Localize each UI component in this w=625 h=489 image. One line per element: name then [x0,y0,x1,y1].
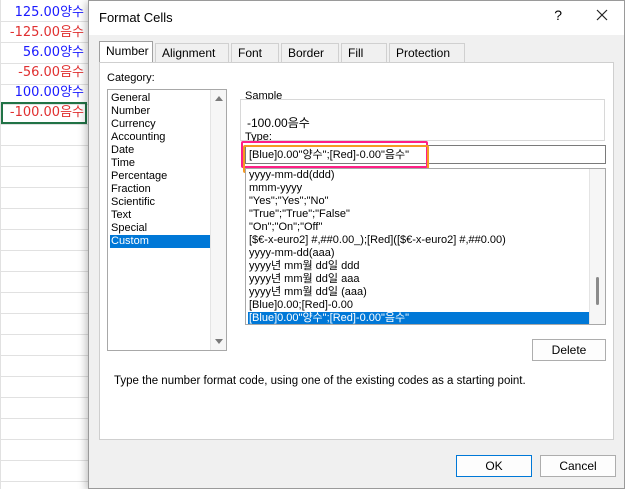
row-divider [0,166,100,167]
category-scrollbar[interactable] [210,90,226,350]
sample-value: -100.00음수 [247,116,310,130]
category-item[interactable]: General [110,92,210,105]
scroll-down-icon[interactable] [215,339,223,344]
help-button[interactable]: ? [554,7,562,23]
format-item-selected[interactable]: [Blue]0.00"양수";[Red]-0.00"음수" [248,312,589,324]
column-divider [0,0,1,489]
cell-value[interactable]: -125.00음수 [2,23,86,43]
cell-value[interactable]: 125.00양수 [2,3,86,23]
category-item[interactable]: Accounting [110,131,210,144]
format-item[interactable]: [$€-x-euro2] #,##0.00_);[Red]([$€-x-euro… [248,234,589,247]
category-item[interactable]: Percentage [110,170,210,183]
category-list[interactable]: General Number Currency Accounting Date … [107,89,227,351]
format-item[interactable]: mmm-yyyy [248,182,589,195]
tab-fill[interactable]: Fill [341,43,387,63]
format-cells-dialog: Format Cells ? Number Alignment Font Bor… [88,0,625,489]
row-divider [0,397,100,398]
format-list[interactable]: yyyy-mm-dd(ddd) mmm-yyyy "Yes";"Yes";"No… [245,168,606,325]
row-divider [0,439,100,440]
delete-button[interactable]: Delete [532,339,606,361]
row-divider [0,355,100,356]
row-divider [0,271,100,272]
format-item[interactable]: yyyy년 mm월 dd일 ddd [248,260,589,273]
spreadsheet-background: 125.00양수 -125.00음수 56.00양수 -56.00음수 100.… [0,0,100,489]
category-item[interactable]: Fraction [110,183,210,196]
title-bar: Format Cells ? [89,1,624,35]
format-list-scrollbar[interactable] [589,169,605,324]
tab-border[interactable]: Border [281,43,339,63]
tab-number[interactable]: Number [99,41,153,63]
category-item[interactable]: Currency [110,118,210,131]
row-divider [0,250,100,251]
dialog-title: Format Cells [99,10,173,25]
format-item[interactable]: yyyy-mm-dd(aaa) [248,247,589,260]
category-item[interactable]: Number [110,105,210,118]
format-item[interactable]: yyyy년 mm월 dd일 (aaa) [248,286,589,299]
row-divider [0,481,100,482]
category-label: Category: [107,72,155,84]
row-divider [0,418,100,419]
category-item[interactable]: Special [110,222,210,235]
ok-button[interactable]: OK [456,455,532,477]
row-divider [0,313,100,314]
tab-alignment[interactable]: Alignment [155,43,229,63]
tab-font[interactable]: Font [231,43,279,63]
category-item[interactable]: Scientific [110,196,210,209]
scroll-thumb[interactable] [596,277,599,305]
category-item[interactable]: Date [110,144,210,157]
cell-value[interactable]: 56.00양수 [2,43,86,63]
row-divider [0,376,100,377]
row-divider [0,334,100,335]
category-item[interactable]: Time [110,157,210,170]
format-item[interactable]: "Yes";"Yes";"No" [248,195,589,208]
row-divider [0,229,100,230]
row-divider [0,460,100,461]
sample-box: -100.00음수 [240,99,605,141]
row-divider [0,208,100,209]
row-divider [0,187,100,188]
category-item-selected[interactable]: Custom [110,235,210,248]
category-item[interactable]: Text [110,209,210,222]
number-tab-panel: Category: General Number Currency Accoun… [99,62,614,440]
row-divider [0,124,100,125]
format-item[interactable]: [Blue]0.00;[Red]-0.00 [248,299,589,312]
format-item[interactable]: yyyy년 mm월 dd일 aaa [248,273,589,286]
active-cell[interactable]: -100.00음수 [1,102,87,124]
format-item[interactable]: "On";"On";"Off" [248,221,589,234]
cell-value[interactable]: -56.00음수 [2,63,86,83]
close-icon[interactable] [592,5,612,25]
scroll-up-icon[interactable] [215,96,223,101]
row-divider [0,292,100,293]
format-item[interactable]: yyyy-mm-dd(ddd) [248,169,589,182]
row-divider [0,145,100,146]
cancel-button[interactable]: Cancel [540,455,616,477]
tab-protection[interactable]: Protection [389,43,465,63]
format-item[interactable]: "True";"True";"False" [248,208,589,221]
format-description: Type the number format code, using one o… [114,375,526,387]
cell-value[interactable]: 100.00양수 [2,83,86,103]
